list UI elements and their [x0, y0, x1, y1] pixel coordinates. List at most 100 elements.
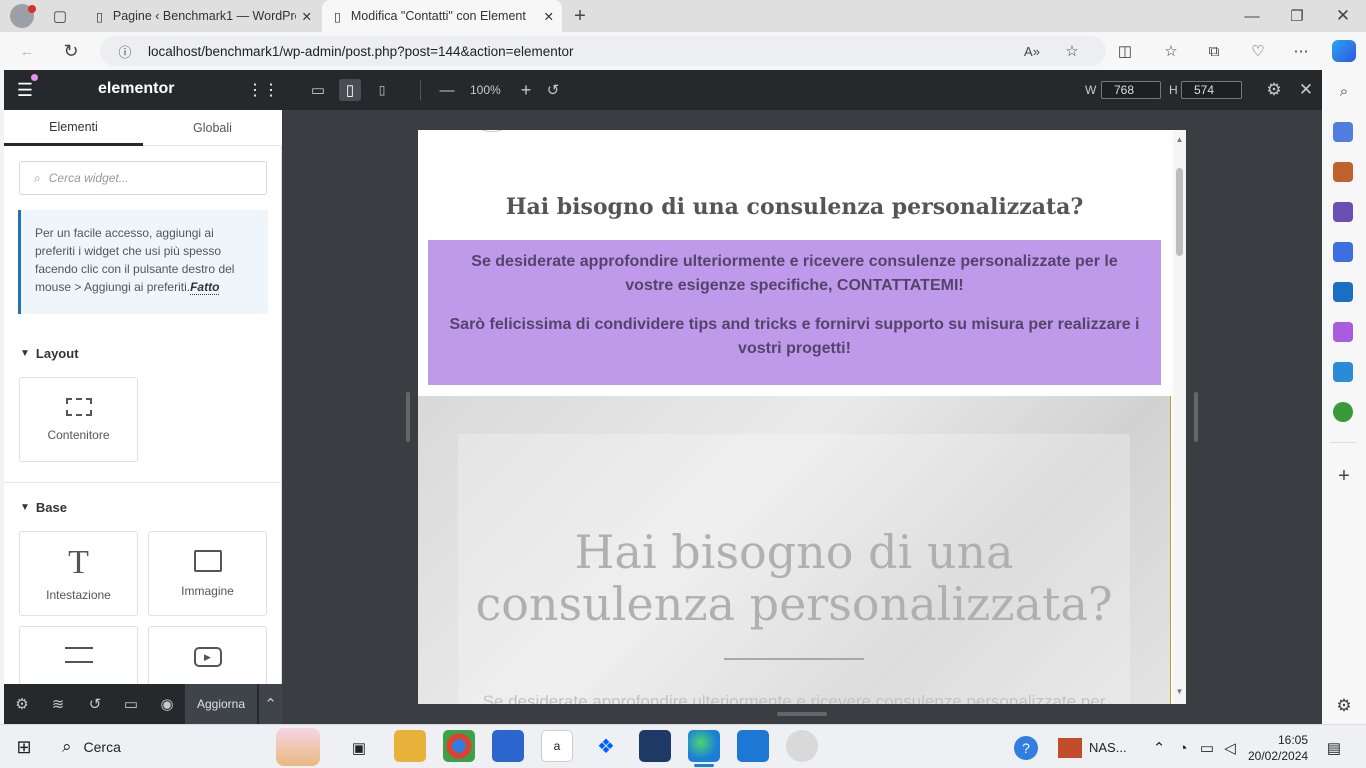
add-icon[interactable]: +: [1333, 465, 1355, 487]
search-icon[interactable]: ⌕: [1333, 80, 1355, 102]
powershell-icon[interactable]: [639, 730, 671, 762]
stock-chart-icon[interactable]: [1058, 738, 1082, 758]
widget-container[interactable]: Contenitore: [19, 377, 138, 462]
browser-tab-bar: ▢ ▯ Pagine ‹ Benchmark1 — WordPre ✕ ▯ Mo…: [0, 0, 1366, 32]
read-aloud-icon[interactable]: A»: [1022, 41, 1042, 61]
resize-handle-left[interactable]: [406, 392, 410, 442]
close-tab-icon[interactable]: ✕: [544, 9, 554, 24]
clock[interactable]: 16:05 20/02/2024: [1248, 732, 1308, 764]
panel-header: ☰ elementor ⋮⋮: [4, 70, 282, 110]
widget-video[interactable]: ▶: [148, 626, 267, 686]
close-window-icon[interactable]: ✕: [1331, 4, 1355, 28]
settings-icon[interactable]: ⚙: [12, 694, 32, 714]
task-view-icon[interactable]: ▣: [347, 736, 371, 760]
widget-search-input[interactable]: ⌕ Cerca widget...: [19, 161, 267, 195]
shopping-tag-icon[interactable]: [1333, 122, 1353, 142]
navigator-layers-icon[interactable]: ≋: [48, 694, 68, 714]
history-icon[interactable]: ↺: [85, 694, 105, 714]
favorite-star-icon[interactable]: ☆: [1062, 41, 1082, 61]
designer-icon[interactable]: [1333, 322, 1353, 342]
more-menu-icon[interactable]: ⋯: [1290, 40, 1312, 62]
close-tab-icon[interactable]: ✕: [302, 9, 312, 24]
tablet-icon[interactable]: ▯: [339, 79, 361, 101]
scrollbar-thumb[interactable]: [1176, 168, 1183, 256]
widget-label: Contenitore: [47, 427, 110, 442]
games-icon[interactable]: [1333, 202, 1353, 222]
section-layout-header[interactable]: ▼ Layout: [20, 346, 79, 361]
tools-briefcase-icon[interactable]: [1333, 162, 1353, 182]
clock-date: 20/02/2024: [1248, 749, 1309, 763]
mobile-icon[interactable]: ▯: [372, 80, 392, 100]
battery-icon[interactable]: ▭: [1198, 738, 1216, 758]
chrome-icon[interactable]: [443, 730, 475, 762]
tree-icon[interactable]: [1333, 402, 1353, 422]
update-button[interactable]: Aggiorna: [185, 684, 257, 724]
zoom-out-icon[interactable]: —: [437, 80, 457, 100]
github-desktop-icon[interactable]: [786, 730, 818, 762]
copilot-icon[interactable]: [1332, 40, 1356, 62]
section-basic-header[interactable]: ▼ Base: [20, 500, 67, 515]
hamburger-menu-icon[interactable]: ☰: [14, 79, 36, 101]
hero-background-image[interactable]: Hai bisogno di una consulenza personaliz…: [418, 396, 1171, 704]
volume-icon[interactable]: ◁: [1221, 738, 1239, 758]
split-screen-icon[interactable]: ◫: [1114, 40, 1136, 62]
outlook-icon[interactable]: [1333, 282, 1353, 302]
tab-actions-icon[interactable]: ▢: [50, 6, 70, 26]
height-input[interactable]: 574: [1181, 81, 1242, 99]
stock-ticker-label[interactable]: NAS...: [1089, 740, 1127, 755]
back-icon[interactable]: ←: [16, 40, 38, 62]
microsoft365-icon[interactable]: [1333, 242, 1353, 262]
tab-elements[interactable]: Elementi: [4, 110, 143, 146]
scroll-up-arrow-icon[interactable]: ▲: [1173, 134, 1186, 144]
amazon-icon[interactable]: a: [541, 730, 573, 762]
wifi-icon[interactable]: ◔: [1174, 738, 1192, 758]
help-icon[interactable]: ?: [1014, 736, 1038, 760]
reset-zoom-icon[interactable]: ↺: [543, 80, 563, 100]
scroll-down-arrow-icon[interactable]: ▼: [1173, 686, 1186, 696]
contact-callout-box[interactable]: Se desiderate approfondire ulteriormente…: [428, 240, 1161, 385]
dropbox-icon[interactable]: ❖: [590, 730, 622, 762]
widget-text-editor[interactable]: [19, 626, 138, 686]
widget-heading[interactable]: T Intestazione: [19, 531, 138, 616]
performance-icon[interactable]: ♡: [1247, 40, 1269, 62]
file-explorer-icon[interactable]: [394, 730, 426, 762]
tab-elementor[interactable]: ▯ Modifica "Contatti" con Element ✕: [322, 0, 562, 32]
resize-handle-right[interactable]: [1194, 392, 1198, 442]
favorites-icon[interactable]: ☆: [1160, 40, 1182, 62]
search-highlight-cake-icon[interactable]: [276, 728, 320, 766]
maximize-icon[interactable]: ❐: [1285, 4, 1309, 28]
scrollbar-track[interactable]: ▲ ▼: [1173, 130, 1186, 704]
address-bar[interactable]: ⓘ localhost/benchmark1/wp-admin/post.php…: [100, 36, 1106, 66]
chevron-up-icon[interactable]: ⌃: [258, 684, 282, 724]
microsoft-store-icon[interactable]: [492, 730, 524, 762]
reload-icon[interactable]: ↻: [60, 40, 82, 62]
resize-handle-bottom[interactable]: [777, 712, 827, 716]
windows-start-icon[interactable]: ⊞: [14, 737, 34, 757]
page-heading[interactable]: Hai bisogno di una consulenza personaliz…: [418, 194, 1171, 220]
info-icon[interactable]: ⓘ: [116, 42, 134, 60]
send-icon[interactable]: [1333, 362, 1353, 382]
widget-image[interactable]: Immagine: [148, 531, 267, 616]
close-responsive-icon[interactable]: ✕: [1296, 80, 1316, 100]
chevron-up-icon[interactable]: ⌃: [1150, 738, 1168, 758]
caret-down-icon: ▼: [20, 348, 30, 359]
new-tab-icon[interactable]: +: [568, 4, 592, 28]
caret-down-icon: ▼: [20, 502, 30, 513]
responsive-mode-icon[interactable]: ▭: [121, 694, 141, 714]
tip-dismiss-link[interactable]: Fatto: [190, 280, 220, 295]
mail-icon[interactable]: [737, 730, 769, 762]
zoom-in-icon[interactable]: +: [516, 80, 536, 100]
sidebar-settings-icon[interactable]: ⚙: [1333, 695, 1355, 717]
collections-icon[interactable]: ⧉: [1203, 40, 1225, 62]
widgets-grid-icon[interactable]: ⋮⋮: [247, 79, 279, 101]
tab-global[interactable]: Globali: [143, 110, 282, 146]
minimize-icon[interactable]: —: [1240, 4, 1264, 28]
desktop-icon[interactable]: ▭: [308, 80, 328, 100]
notifications-icon[interactable]: ▤: [1324, 738, 1344, 758]
preview-eye-icon[interactable]: ◉: [157, 694, 177, 714]
tab-pages[interactable]: ▯ Pagine ‹ Benchmark1 — WordPre ✕: [84, 0, 320, 32]
edge-icon[interactable]: [688, 730, 720, 762]
breakpoint-settings-icon[interactable]: ⚙: [1264, 80, 1284, 100]
width-input[interactable]: 768: [1101, 81, 1161, 99]
edge-sidebar: ⌕ + ⚙: [1322, 70, 1366, 724]
